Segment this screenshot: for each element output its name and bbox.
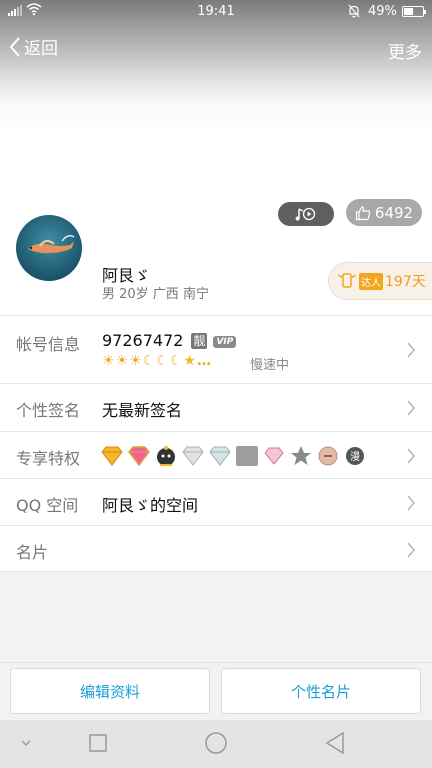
row-qzone[interactable]: QQ 空间 阿艮ゞ的空间 <box>0 478 432 525</box>
active-days-badge[interactable]: 达人 197天 <box>328 262 432 300</box>
qq-number: 97267472 靓 VIP <box>102 331 237 350</box>
level-moon-icon: ☾ <box>142 353 156 369</box>
qzone-value: 阿艮ゞ的空间 <box>102 496 199 515</box>
battery-percent: 49% <box>368 4 397 19</box>
pink-diamond-icon <box>127 444 151 468</box>
chevron-down-icon[interactable] <box>20 739 32 747</box>
level-moon-icon: ☾ <box>156 353 169 369</box>
status-bar: 19:41 49% <box>0 0 432 22</box>
row-privileges[interactable]: 专享特权 漫 <box>0 431 432 478</box>
red-circle-icon <box>316 444 340 468</box>
like-count: 6492 <box>374 203 414 222</box>
level-sun-icon: ☀ <box>115 353 129 369</box>
profile-subinfo: 男 20岁 广西 南宁 <box>102 287 209 302</box>
mute-bell-icon <box>348 4 360 18</box>
silver-diamond-2-icon <box>208 444 232 468</box>
home-icon[interactable] <box>205 732 227 754</box>
level-moon-icon: ☾ <box>169 353 183 369</box>
gold-diamond-icon <box>100 444 124 468</box>
chevron-right-icon <box>407 448 415 464</box>
avatar[interactable] <box>16 215 82 281</box>
row-label: 名片 <box>16 543 49 562</box>
empty-area <box>0 572 432 662</box>
level-sun-icon: ☀ <box>129 353 142 369</box>
row-card[interactable]: 名片 <box>0 525 432 571</box>
row-account-info[interactable]: 帐号信息 97267472 靓 VIP ☀ ☀ ☀ ☾ ☾ ☾ ★ … 慢速中 <box>0 315 432 383</box>
back-label: 返回 <box>24 39 58 59</box>
back-triangle-icon[interactable] <box>325 732 345 754</box>
comic-icon: 漫 <box>343 444 367 468</box>
row-signature[interactable]: 个性签名 无最新签名 <box>0 383 432 431</box>
row-label: QQ 空间 <box>16 496 79 515</box>
music-play-icon <box>295 207 316 221</box>
phone-wings-icon <box>338 273 356 288</box>
row-label: 帐号信息 <box>16 335 81 354</box>
privilege-icons: 漫 <box>100 444 367 468</box>
chevron-right-icon <box>407 542 415 558</box>
chevron-right-icon <box>407 495 415 511</box>
more-button[interactable]: 更多 <box>388 38 422 63</box>
level-star-icon: ★ <box>183 353 196 369</box>
vip-badge: VIP <box>213 336 237 348</box>
like-button[interactable]: 6492 <box>346 199 422 226</box>
gray-star-icon <box>289 444 313 468</box>
edit-profile-button[interactable]: 编辑资料 <box>10 668 210 714</box>
chevron-right-icon <box>407 342 415 358</box>
thumbs-up-icon <box>355 205 371 220</box>
music-button[interactable] <box>278 202 334 226</box>
signature-value: 无最新签名 <box>102 401 183 420</box>
active-days: 197天 <box>385 274 426 290</box>
speed-status: 慢速中 <box>250 358 290 373</box>
level-sun-icon: ☀ <box>102 353 115 369</box>
qq-level-icons: ☀ ☀ ☀ ☾ ☾ ☾ ★ … <box>102 354 211 368</box>
action-bar: 编辑资料 个性名片 <box>0 662 432 720</box>
penguin-icon <box>154 444 178 468</box>
battery-icon <box>402 6 426 17</box>
system-nav-bar <box>0 720 432 768</box>
row-label: 专享特权 <box>16 449 81 468</box>
svg-text:漫: 漫 <box>350 451 360 463</box>
chevron-left-icon <box>9 36 20 57</box>
liang-badge: 靓 <box>191 333 208 349</box>
level-more-icon: … <box>196 353 211 369</box>
profile-header: 19:41 49% 返回 更多 <box>0 0 432 205</box>
nav-bar: 返回 更多 <box>0 30 432 66</box>
pink-diamond-small-icon <box>262 444 286 468</box>
gray-square-icon <box>235 444 259 468</box>
silver-diamond-icon <box>181 444 205 468</box>
row-label: 个性签名 <box>16 401 81 420</box>
back-button[interactable]: 返回 <box>8 34 58 59</box>
recent-apps-icon[interactable] <box>89 734 107 752</box>
active-tag: 达人 <box>359 272 383 290</box>
profile-info-list: 帐号信息 97267472 靓 VIP ☀ ☀ ☀ ☾ ☾ ☾ ★ … 慢速中 个性… <box>0 315 432 572</box>
chevron-right-icon <box>407 400 415 416</box>
personal-card-button[interactable]: 个性名片 <box>221 668 421 714</box>
